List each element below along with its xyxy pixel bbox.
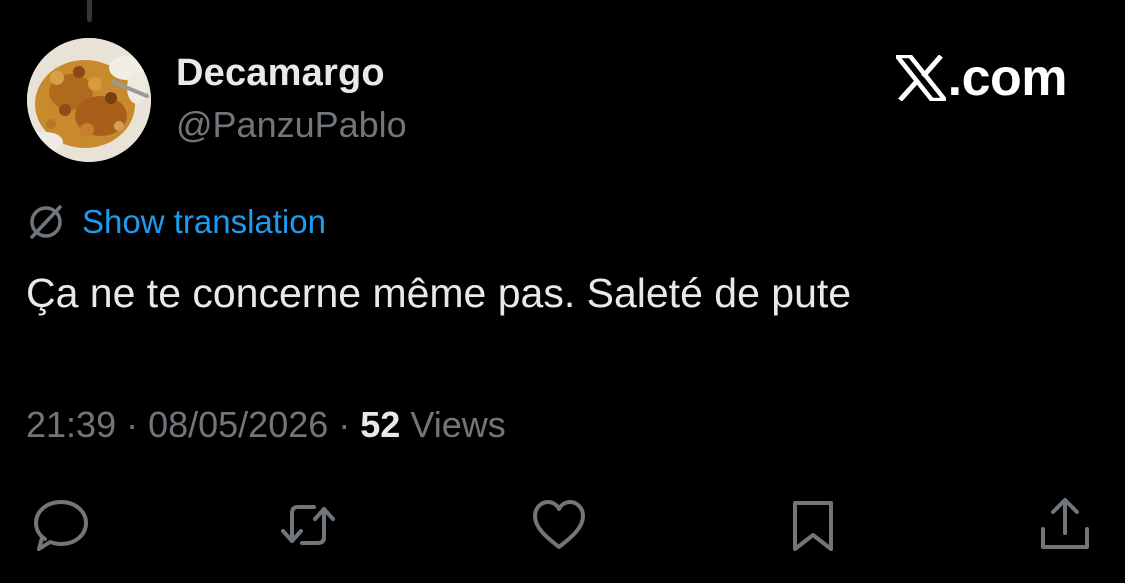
bookmark-button[interactable] [781, 493, 845, 557]
translation-row: Show translation [26, 202, 326, 242]
meta-separator: · [328, 404, 361, 445]
share-button[interactable] [1033, 493, 1097, 557]
views-label[interactable]: Views [400, 404, 505, 445]
thread-connector-line [87, 0, 92, 22]
share-icon [1041, 498, 1089, 549]
author-handle[interactable]: @PanzuPablo [176, 104, 407, 146]
avatar-image [27, 38, 151, 162]
avatar[interactable] [27, 38, 151, 162]
author-display-name[interactable]: Decamargo [176, 52, 385, 95]
repost-button[interactable] [276, 493, 340, 557]
tweet-action-bar [0, 493, 1125, 557]
like-button[interactable] [527, 493, 591, 557]
tweet-date[interactable]: 08/05/2026 [148, 404, 328, 445]
reply-icon [34, 500, 88, 551]
heart-icon [533, 500, 585, 549]
x-brand-logo: .com [895, 49, 1068, 107]
repost-icon [281, 505, 335, 545]
meta-separator: · [116, 404, 149, 445]
globe-slash-icon [30, 205, 62, 239]
views-count[interactable]: 52 [360, 404, 400, 445]
tweet-time[interactable]: 21:39 [26, 404, 116, 445]
bookmark-icon [793, 501, 833, 551]
show-translation-link[interactable]: Show translation [82, 203, 326, 241]
reply-button[interactable] [29, 493, 93, 557]
tweet-body-text: Ça ne te concerne même pas. Saleté de pu… [26, 270, 852, 316]
tweet-meta: 21:39 · 08/05/2026 · 52 Views [26, 404, 506, 446]
x-logo-icon [895, 55, 946, 101]
brand-domain-text: .com [947, 49, 1068, 107]
